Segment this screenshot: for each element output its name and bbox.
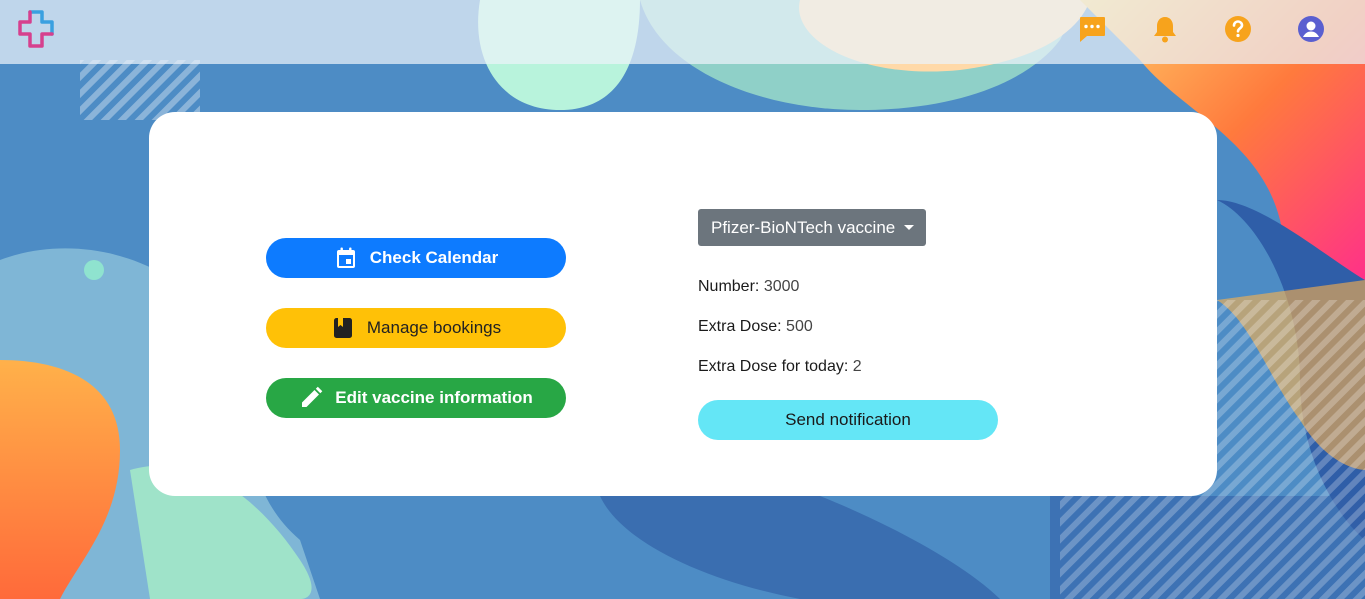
help-icon[interactable]	[1223, 14, 1253, 44]
extra-dose-value: 500	[786, 318, 813, 335]
number-row: Number: 3000	[698, 278, 799, 296]
vaccine-management-card: Check Calendar Manage bookings Edit vacc…	[149, 112, 1217, 496]
top-navbar	[0, 0, 1365, 64]
send-notification-label: Send notification	[785, 410, 911, 429]
pencil-icon	[299, 386, 323, 410]
manage-bookings-button[interactable]: Manage bookings	[266, 308, 566, 348]
extra-dose-today-label: Extra Dose for today:	[698, 358, 849, 375]
edit-vaccine-button[interactable]: Edit vaccine information	[266, 378, 566, 418]
calendar-icon	[334, 246, 358, 270]
logo-icon[interactable]	[16, 8, 64, 56]
chat-icon[interactable]	[1077, 14, 1107, 44]
check-calendar-button[interactable]: Check Calendar	[266, 238, 566, 278]
vaccine-select-value: Pfizer-BioNTech vaccine	[711, 217, 896, 237]
extra-dose-today-row: Extra Dose for today: 2	[698, 358, 862, 376]
number-value: 3000	[763, 278, 800, 295]
book-icon	[331, 316, 355, 340]
extra-dose-row: Extra Dose: 500	[698, 318, 813, 336]
manage-bookings-label: Manage bookings	[366, 318, 502, 337]
extra-dose-today-value: 2	[852, 358, 862, 375]
vaccine-select-dropdown[interactable]: Pfizer-BioNTech vaccine	[698, 209, 927, 246]
edit-vaccine-label: Edit vaccine information	[335, 388, 533, 407]
bell-icon[interactable]	[1150, 14, 1180, 44]
caret-down-icon	[904, 225, 915, 230]
check-calendar-label: Check Calendar	[369, 248, 499, 267]
account-icon[interactable]	[1296, 14, 1326, 44]
extra-dose-label: Extra Dose:	[698, 318, 782, 335]
send-notification-button[interactable]: Send notification	[698, 400, 998, 440]
number-label: Number:	[698, 278, 760, 295]
